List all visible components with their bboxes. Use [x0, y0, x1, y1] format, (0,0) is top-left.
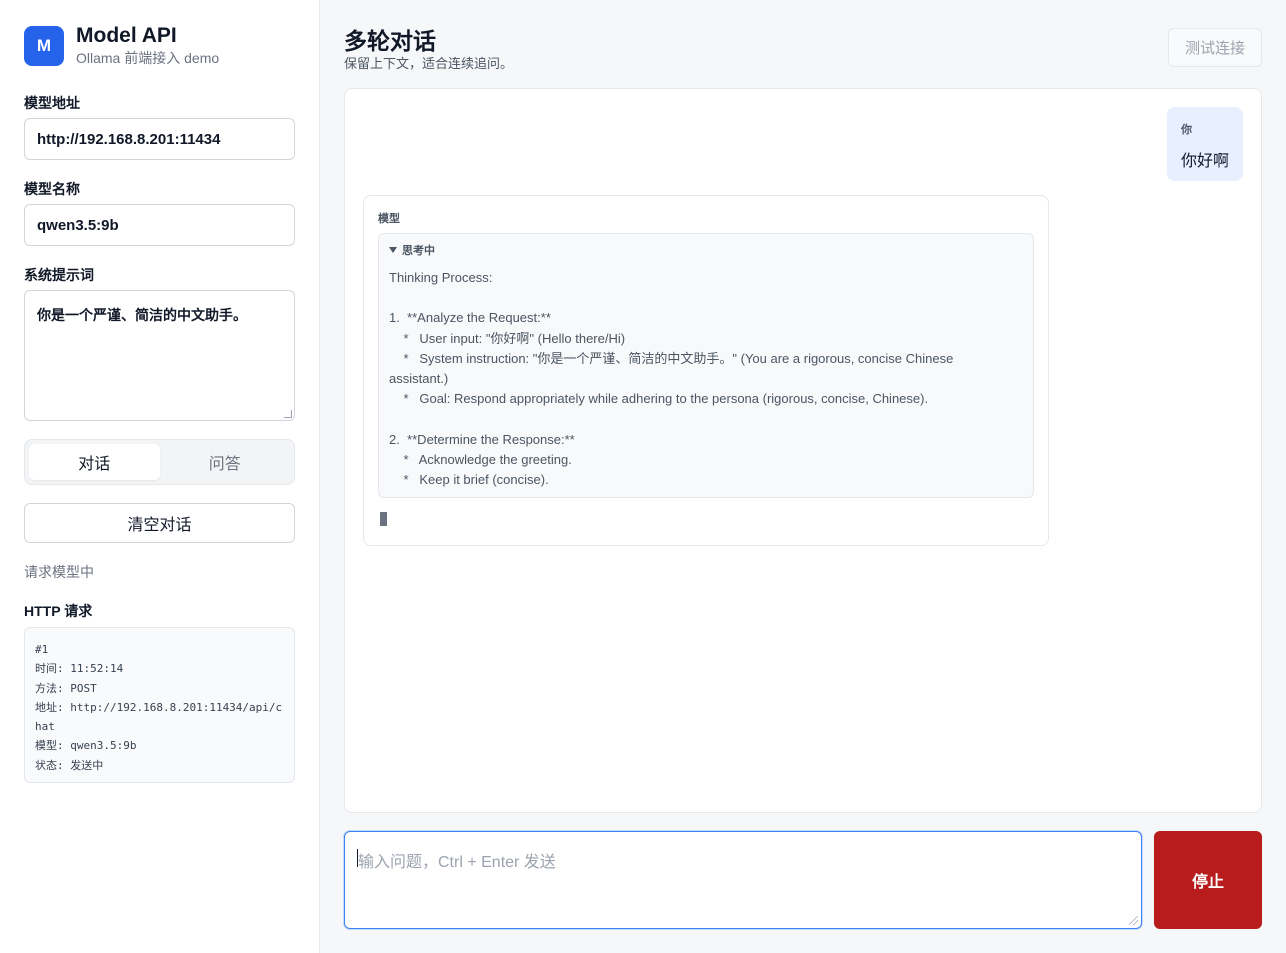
- thinking-line: [389, 288, 1025, 308]
- thinking-label: 思考中: [402, 245, 435, 257]
- thinking-line: * Goal: Respond appropriately while adhe…: [389, 391, 929, 407]
- thinking-line: * Keep it brief (concise).: [389, 472, 549, 487]
- http-log-line: #1: [35, 643, 49, 656]
- system-prompt-value: 你是一个严谨、简洁的中文助手。: [37, 307, 247, 323]
- thinking-line: [389, 409, 1025, 429]
- http-log-line: 状态: 发送中: [35, 758, 104, 772]
- resize-handle-icon[interactable]: [284, 410, 292, 418]
- system-prompt-label: 系统提示词: [24, 267, 94, 283]
- user-message: 你 你好啊: [1167, 107, 1243, 181]
- http-log-line: 方法: POST: [35, 681, 97, 695]
- thinking-line: * User input: "你好啊" (Hello there/Hi): [389, 330, 626, 346]
- thinking-line: 2. **Determine the Response:**: [389, 431, 575, 447]
- request-status: 请求模型中: [24, 564, 94, 580]
- question-input[interactable]: 输入问题，Ctrl + Enter 发送: [344, 831, 1142, 929]
- http-log-line: hat: [35, 720, 55, 734]
- thinking-line: * Acknowledge the greeting.: [389, 451, 572, 467]
- url-label: 模型地址: [24, 95, 80, 111]
- model-role-label: 模型: [378, 213, 400, 225]
- chat-panel[interactable]: 你 你好啊 模型 思考中 Thinking Process: 1. **Anal…: [344, 88, 1262, 813]
- streaming-cursor-icon: [380, 512, 387, 526]
- app-title: Model API: [76, 24, 177, 47]
- sidebar: M Model API Ollama 前端接入 demo 模型地址 http:/…: [0, 0, 320, 953]
- question-input-placeholder: 输入问题，Ctrl + Enter 发送: [358, 854, 556, 871]
- page-title: 多轮对话: [344, 28, 436, 54]
- http-log-line: 地址: http://192.168.8.201:11434/api/c: [35, 700, 283, 714]
- page-subtitle: 保留上下文，适合连续追问。: [344, 56, 514, 71]
- user-message-text: 你好啊: [1181, 153, 1230, 170]
- user-role-label: 你: [1181, 124, 1192, 136]
- model-message: 模型 思考中 Thinking Process: 1. **Analyze th…: [363, 195, 1049, 546]
- stop-button[interactable]: 停止: [1154, 831, 1262, 929]
- mode-switch: 对话 问答: [24, 439, 295, 485]
- clear-chat-button[interactable]: 清空对话: [24, 503, 295, 543]
- model-label: 模型名称: [24, 181, 80, 197]
- thinking-panel: 思考中 Thinking Process: 1. **Analyze the R…: [378, 233, 1034, 498]
- test-connection-button[interactable]: 测试连接: [1168, 28, 1262, 67]
- model-input[interactable]: qwen3.5:9b: [24, 204, 295, 246]
- caret-down-icon: [389, 247, 397, 253]
- app-logo: M: [24, 25, 64, 66]
- thinking-line: 1. **Analyze the Request:**: [389, 310, 551, 326]
- tab-chat[interactable]: 对话: [29, 444, 160, 480]
- http-log-line: 时间: 11:52:14: [35, 662, 124, 676]
- app-subtitle: Ollama 前端接入 demo: [76, 50, 220, 66]
- thinking-line: Thinking Process:: [389, 270, 493, 285]
- brand: M Model API Ollama 前端接入 demo: [24, 24, 219, 67]
- url-input[interactable]: http://192.168.8.201:11434: [24, 118, 295, 160]
- thinking-line: assistant.): [389, 371, 449, 386]
- tab-qa[interactable]: 问答: [160, 444, 291, 480]
- thinking-content: Thinking Process: 1. **Analyze the Reque…: [389, 268, 1025, 490]
- http-log-line: 模型: qwen3.5:9b: [35, 739, 137, 753]
- http-log-title: HTTP 请求: [24, 603, 93, 619]
- thinking-toggle[interactable]: 思考中: [389, 242, 435, 258]
- system-prompt-textarea[interactable]: 你是一个严谨、简洁的中文助手。: [24, 290, 295, 421]
- resize-handle-icon[interactable]: [1129, 916, 1138, 925]
- thinking-line: * System instruction: "你是一个严谨、简洁的中文助手。" …: [389, 350, 954, 366]
- http-log: #1 时间: 11:52:14 方法: POST 地址: http://192.…: [24, 627, 295, 783]
